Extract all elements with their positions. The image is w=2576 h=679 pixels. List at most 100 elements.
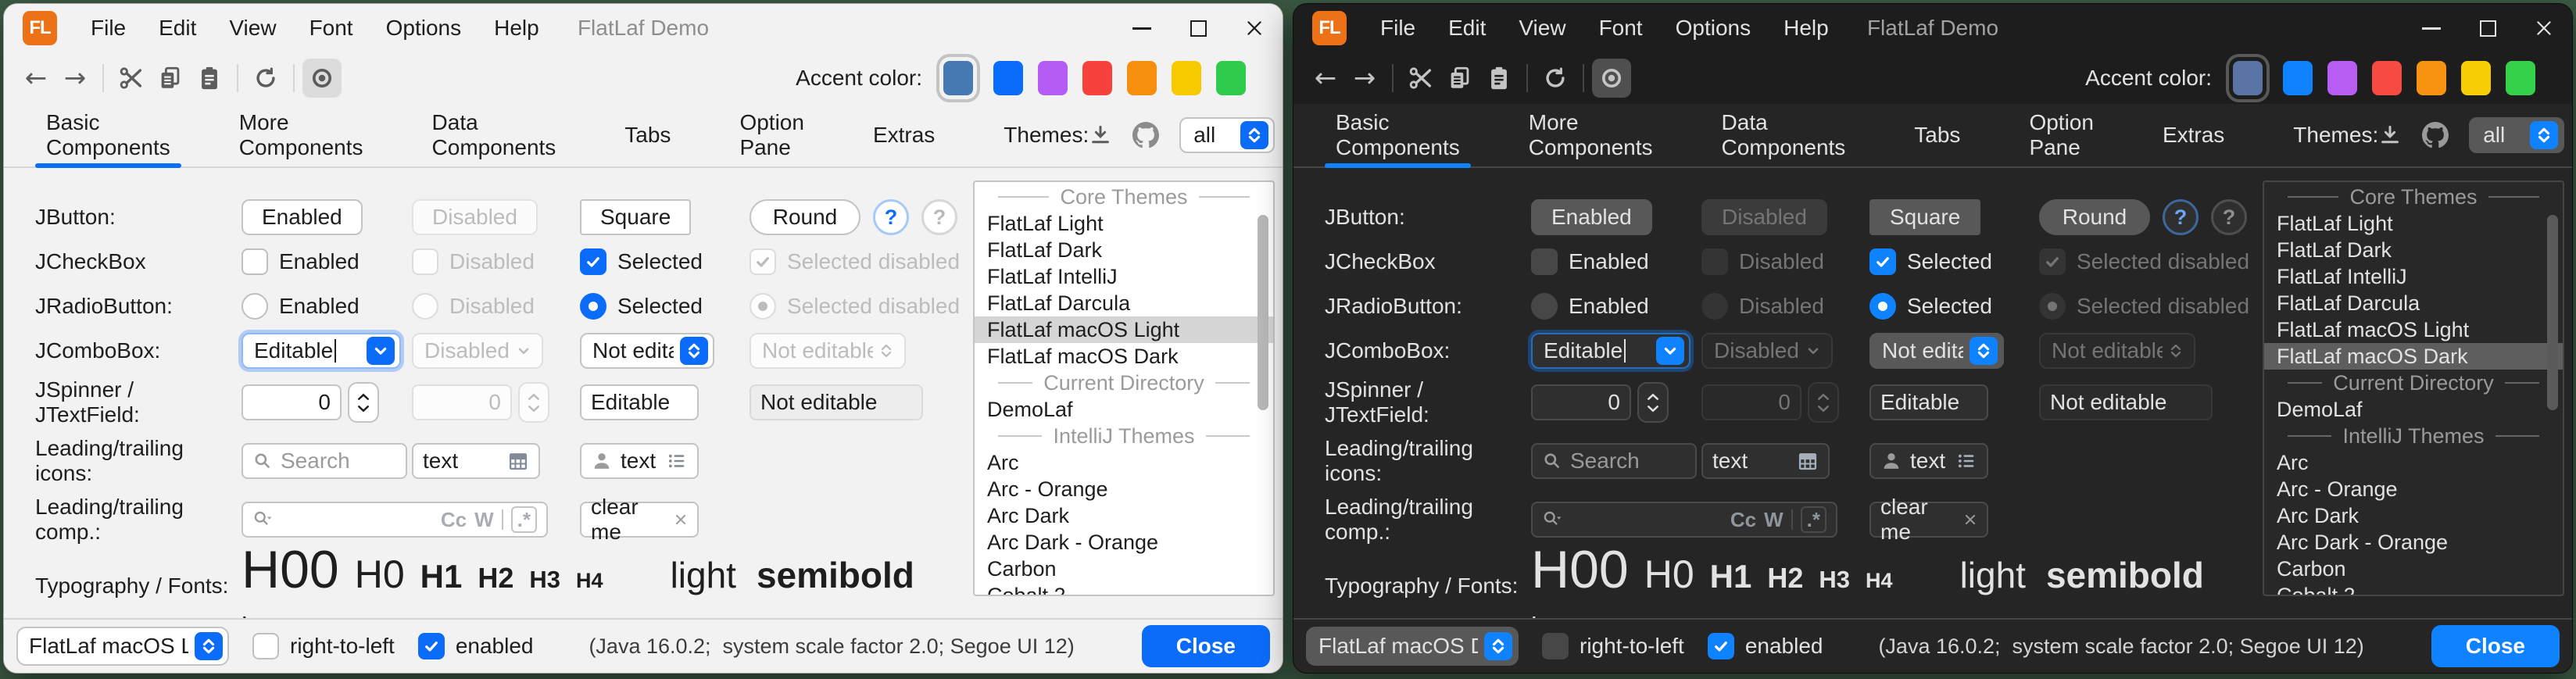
maximize-button[interactable] bbox=[2460, 4, 2516, 52]
combobox-not-editable[interactable]: Not editable bbox=[580, 333, 714, 369]
menu-item[interactable]: Options bbox=[1659, 16, 1768, 41]
checkbox-enabled[interactable]: Enabled bbox=[242, 248, 360, 275]
menu-item[interactable]: View bbox=[213, 16, 292, 41]
clearable-input[interactable]: clear me bbox=[580, 502, 699, 538]
accent-color-swatch[interactable] bbox=[943, 61, 973, 95]
menu-item[interactable]: File bbox=[74, 16, 142, 41]
menu-item[interactable]: View bbox=[1502, 16, 1582, 41]
close-button[interactable]: Close bbox=[1142, 625, 1270, 667]
menu-item[interactable]: Help bbox=[1767, 16, 1845, 41]
round-button[interactable]: Round bbox=[750, 199, 860, 235]
maximize-button[interactable] bbox=[1170, 4, 1226, 52]
combobox-editable[interactable]: Editable bbox=[242, 333, 401, 369]
tab[interactable]: Option Pane bbox=[2018, 104, 2105, 166]
close-window-button[interactable] bbox=[1226, 4, 1283, 52]
theme-list-item[interactable]: Core Themes bbox=[2264, 184, 2563, 210]
menu-item[interactable]: Help bbox=[478, 16, 556, 41]
tab[interactable]: More Components bbox=[228, 104, 374, 166]
menu-item[interactable]: Options bbox=[370, 16, 478, 41]
match-case-button[interactable]: Cc bbox=[441, 508, 467, 532]
accent-color-swatch[interactable] bbox=[2233, 61, 2263, 95]
theme-list-item[interactable]: Carbon bbox=[975, 556, 1273, 582]
accent-color-swatch[interactable] bbox=[2283, 61, 2313, 95]
tab[interactable]: More Components bbox=[1518, 104, 1664, 166]
theme-list-item[interactable]: FlatLaf macOS Dark bbox=[975, 343, 1273, 370]
calendar-icon[interactable] bbox=[507, 450, 529, 472]
tab[interactable]: Option Pane bbox=[728, 104, 815, 166]
search-with-options-input[interactable]: Cc W .* bbox=[1531, 502, 1837, 538]
minimize-button[interactable] bbox=[1114, 4, 1170, 52]
whole-word-button[interactable]: W bbox=[474, 508, 494, 532]
user-input[interactable]: text bbox=[580, 443, 699, 479]
accent-color-swatch[interactable] bbox=[2372, 61, 2402, 95]
tab[interactable]: Extras bbox=[862, 104, 946, 166]
cut-button[interactable] bbox=[112, 59, 151, 98]
accent-color-swatch[interactable] bbox=[2327, 61, 2357, 95]
download-button[interactable] bbox=[1089, 123, 1112, 147]
chevron-down-icon[interactable] bbox=[367, 337, 395, 365]
chevron-down-icon[interactable] bbox=[1656, 337, 1684, 365]
clear-button[interactable] bbox=[674, 513, 688, 527]
tab[interactable]: Tabs bbox=[614, 104, 682, 166]
list-icon[interactable] bbox=[666, 450, 688, 472]
theme-list-item[interactable]: Current Directory bbox=[2264, 370, 2563, 396]
checkbox-selected[interactable]: Selected bbox=[580, 248, 703, 275]
paste-button[interactable] bbox=[190, 59, 229, 98]
list-icon[interactable] bbox=[1955, 450, 1977, 472]
copy-button[interactable] bbox=[1440, 59, 1479, 98]
accent-color-swatch[interactable] bbox=[1127, 61, 1157, 95]
accent-color-swatch[interactable] bbox=[2417, 61, 2446, 95]
clearable-input[interactable]: clear me bbox=[1869, 502, 1988, 538]
radio-selected[interactable]: Selected bbox=[580, 293, 703, 320]
enabled-checkbox[interactable]: enabled bbox=[418, 633, 534, 659]
regex-button[interactable]: .* bbox=[511, 506, 537, 533]
whole-word-button[interactable]: W bbox=[1764, 508, 1784, 532]
theme-list-item[interactable]: FlatLaf IntelliJ bbox=[2264, 263, 2563, 290]
tab[interactable]: Basic Components bbox=[35, 104, 181, 166]
theme-list-item[interactable]: FlatLaf Darcula bbox=[975, 290, 1273, 316]
date-input[interactable]: text bbox=[412, 443, 540, 479]
theme-list-item[interactable]: Arc Dark - Orange bbox=[2264, 529, 2563, 556]
menu-item[interactable]: Edit bbox=[142, 16, 213, 41]
download-button[interactable] bbox=[2378, 123, 2402, 147]
theme-list-item[interactable]: Cobalt 2 bbox=[975, 582, 1273, 596]
theme-list-item[interactable]: Arc - Orange bbox=[975, 476, 1273, 502]
show-hover-effects-toggle[interactable] bbox=[302, 59, 342, 98]
checkbox-enabled[interactable]: Enabled bbox=[1531, 248, 1649, 275]
combobox-not-editable[interactable]: Not editable bbox=[1869, 333, 2004, 369]
theme-list-item[interactable]: FlatLaf Darcula bbox=[2264, 290, 2563, 316]
spinner[interactable]: 0 bbox=[1531, 382, 1669, 423]
forward-button[interactable]: → bbox=[55, 59, 95, 98]
tab[interactable]: Basic Components bbox=[1325, 104, 1471, 166]
combobox-editable[interactable]: Editable bbox=[1531, 333, 1690, 369]
radio-enabled[interactable]: Enabled bbox=[1531, 293, 1649, 320]
menu-item[interactable]: Font bbox=[293, 16, 370, 41]
theme-list-item[interactable]: DemoLaf bbox=[2264, 396, 2563, 423]
enabled-checkbox[interactable]: enabled bbox=[1708, 633, 1823, 659]
tab[interactable]: Tabs bbox=[1903, 104, 1971, 166]
spinner-stepper[interactable] bbox=[1637, 382, 1669, 423]
round-button[interactable]: Round bbox=[2039, 199, 2150, 235]
theme-list-item[interactable]: FlatLaf macOS Light bbox=[2264, 316, 2563, 343]
themes-filter-combobox[interactable]: all bbox=[1179, 117, 1275, 153]
paste-button[interactable] bbox=[1479, 59, 1519, 98]
theme-list-item[interactable]: Current Directory bbox=[975, 370, 1273, 396]
menu-item[interactable]: Edit bbox=[1432, 16, 1502, 41]
themes-filter-combobox[interactable]: all bbox=[2469, 117, 2564, 153]
editable-textfield[interactable]: Editable bbox=[1869, 384, 1988, 420]
enabled-button[interactable]: Enabled bbox=[242, 199, 363, 235]
spinner[interactable]: 0 bbox=[242, 382, 379, 423]
user-input[interactable]: text bbox=[1869, 443, 1988, 479]
close-window-button[interactable] bbox=[2516, 4, 2572, 52]
square-button[interactable]: Square bbox=[1869, 199, 1980, 235]
enabled-button[interactable]: Enabled bbox=[1531, 199, 1652, 235]
checkbox-selected[interactable]: Selected bbox=[1869, 248, 1992, 275]
theme-list-item[interactable]: Arc Dark bbox=[2264, 502, 2563, 529]
cut-button[interactable] bbox=[1401, 59, 1440, 98]
search-dropdown-icon[interactable] bbox=[252, 509, 273, 530]
theme-list-item[interactable]: Cobalt 2 bbox=[2264, 582, 2563, 596]
spinner-value[interactable]: 0 bbox=[242, 384, 342, 420]
github-button[interactable] bbox=[1132, 122, 1159, 148]
right-to-left-checkbox[interactable]: right-to-left bbox=[252, 633, 395, 659]
search-input[interactable]: Search bbox=[242, 443, 407, 479]
